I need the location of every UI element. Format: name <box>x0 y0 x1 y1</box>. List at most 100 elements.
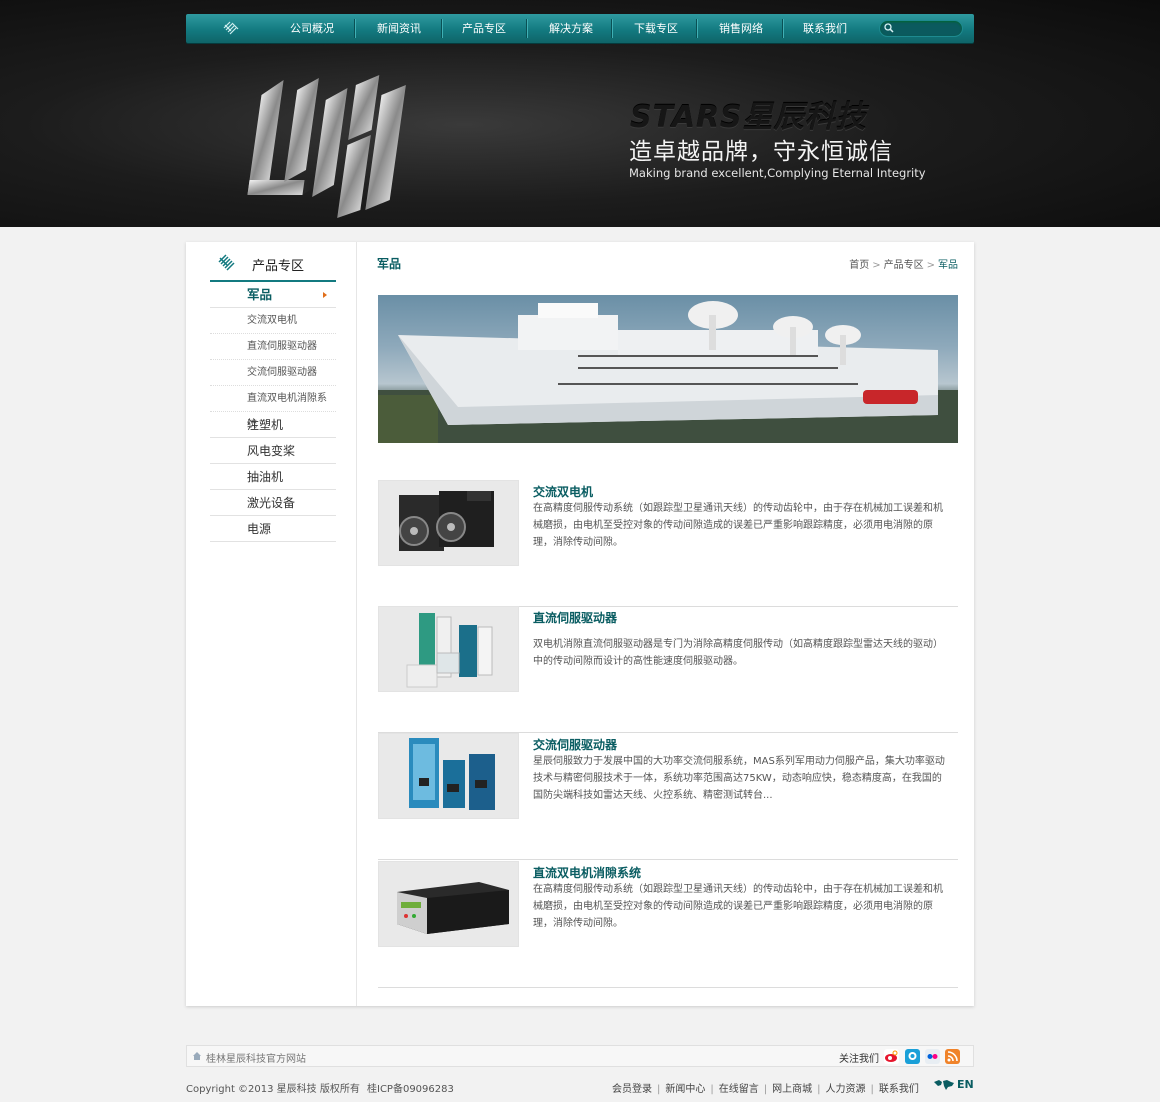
footer-link-message[interactable]: 在线留言 <box>719 1084 759 1095</box>
sidebar-item-label: 注塑机 <box>247 418 284 432</box>
footer-link-online-store[interactable]: 网上商城 <box>772 1084 812 1095</box>
product-item: 交流双电机 在高精度伺服传动系统（如跟踪型卫星通讯天线）的传动齿轮中，由于存在机… <box>378 480 958 607</box>
servo-driver-illustration <box>406 613 493 688</box>
footer-bar: 桂林星辰科技官方网站 关注我们 <box>186 1045 974 1067</box>
sidebar-item-injection-molding[interactable]: 注塑机 <box>210 412 336 438</box>
sidebar-subitem-ac-dual-motor[interactable]: 交流双电机 <box>210 308 336 334</box>
ac-driver-illustration <box>409 738 495 810</box>
breadcrumb-products[interactable]: 产品专区 <box>884 260 924 271</box>
product-item: 直流双电机消隙系统 在高精度伺服传动系统（如跟踪型卫星通讯天线）的传动齿轮中，由… <box>378 861 958 988</box>
breadcrumb-separator-icon: > <box>926 260 935 271</box>
product-description: 在高精度伺服传动系统（如跟踪型卫星通讯天线）的传动齿轮中，由于存在机械加工误差和… <box>533 503 943 548</box>
product-title[interactable]: 交流双电机 <box>533 483 593 500</box>
sidebar-header: 产品专区 <box>210 242 336 282</box>
nav-item-sales-network[interactable]: 销售网络 <box>699 14 783 43</box>
footer-link-member-login[interactable]: 会员登录 <box>612 1084 652 1095</box>
footer-links: 会员登录 | 新闻中心 | 在线留言 | 网上商城 | 人力资源 | 联系我们 <box>612 1080 919 1095</box>
anti-backlash-system-illustration <box>397 882 509 934</box>
sidebar-item-label: 直流伺服驱动器 <box>247 341 317 352</box>
sidebar-item-wind-pitch[interactable]: 风电变桨 <box>210 438 336 464</box>
ship-illustration <box>378 301 958 443</box>
product-image[interactable] <box>378 861 519 947</box>
breadcrumb: 首页 > 产品专区 > 军品 <box>849 256 958 271</box>
product-description: 在高精度伺服传动系统（如跟踪型卫星通讯天线）的传动齿轮中，由于存在机械加工误差和… <box>533 884 943 929</box>
logo-icon <box>218 254 235 271</box>
footer-divider: | <box>710 1084 714 1095</box>
header-banner: 公司概况 新闻资讯 产品专区 解决方案 下载专区 销售网络 联系我们 STARS… <box>0 0 1160 227</box>
product-title[interactable]: 直流伺服驱动器 <box>533 609 617 626</box>
breadcrumb-current: 军品 <box>938 260 958 271</box>
world-map-icon <box>934 1080 954 1090</box>
motor-illustration <box>399 491 494 551</box>
sidebar-item-label: 交流双电机 <box>247 315 297 326</box>
hero-ship-image <box>378 295 958 443</box>
search-icon[interactable] <box>884 23 894 33</box>
product-image[interactable] <box>378 733 519 819</box>
nav-item-products[interactable]: 产品专区 <box>442 14 526 43</box>
logo-icon <box>223 21 239 35</box>
breadcrumb-separator-icon: > <box>872 260 881 271</box>
slogan-chinese: 造卓越品牌，守永恒诚信 <box>629 139 893 165</box>
footer-divider: | <box>817 1084 821 1095</box>
product-image[interactable] <box>378 606 519 692</box>
nav-divider <box>611 19 612 38</box>
search-input[interactable] <box>898 22 958 35</box>
nav-item-downloads[interactable]: 下载专区 <box>614 14 698 43</box>
product-image[interactable] <box>378 480 519 566</box>
language-switch-en[interactable]: EN <box>933 1078 975 1094</box>
arrow-right-icon <box>323 292 327 298</box>
icp-number: 桂ICP备09096283 <box>367 1084 454 1095</box>
flickr-icon[interactable] <box>925 1049 940 1064</box>
language-label: EN <box>957 1078 974 1091</box>
footer-link-contact[interactable]: 联系我们 <box>879 1084 919 1095</box>
footer-link-hr[interactable]: 人力资源 <box>826 1084 866 1095</box>
sidebar-list: 军品 交流双电机 直流伺服驱动器 交流伺服驱动器 直流双电机消隙系统 注塑机 风… <box>210 282 336 542</box>
sidebar-item-military[interactable]: 军品 <box>210 282 336 308</box>
footer-site-name: 桂林星辰科技官方网站 <box>206 1054 306 1065</box>
footer-divider: | <box>870 1084 874 1095</box>
nav-divider <box>526 19 527 38</box>
sidebar-subitem-dc-anti-backlash[interactable]: 直流双电机消隙系统 <box>210 386 336 430</box>
sidebar-item-label: 军品 <box>247 287 273 302</box>
sidebar-item-label: 交流伺服驱动器 <box>247 367 317 378</box>
nav-item-solutions[interactable]: 解决方案 <box>529 14 613 43</box>
metal-bars-graphic <box>247 75 406 218</box>
sidebar-item-label: 电源 <box>247 522 272 536</box>
nav-divider <box>354 19 355 38</box>
sidebar-item-label: 风电变桨 <box>247 444 296 458</box>
main-nav: 公司概况 新闻资讯 产品专区 解决方案 下载专区 销售网络 联系我们 <box>186 14 974 43</box>
sidebar-item-power[interactable]: 电源 <box>210 516 336 542</box>
product-description: 双电机消隙直流伺服驱动器是专门为消除高精度伺服传动（如高精度跟踪型雷达天线的驱动… <box>533 639 943 667</box>
footer-link-news-center[interactable]: 新闻中心 <box>665 1084 705 1095</box>
product-title[interactable]: 交流伺服驱动器 <box>533 736 617 753</box>
brand-wordmark: STARS星辰科技 <box>630 100 867 135</box>
follow-us-label: 关注我们 <box>839 1054 879 1065</box>
product-item: 交流伺服驱动器 星辰伺服致力于发展中国的大功率交流伺服系统，MAS系列军用动力伺… <box>378 733 958 860</box>
sidebar-item-label: 激光设备 <box>247 496 296 510</box>
sidebar-item-label: 抽油机 <box>247 470 284 484</box>
nav-item-contact[interactable]: 联系我们 <box>783 14 867 43</box>
product-title[interactable]: 直流双电机消隙系统 <box>533 864 641 881</box>
home-icon <box>193 1052 201 1060</box>
content-card: 产品专区 军品 交流双电机 直流伺服驱动器 交流伺服驱动器 直流双电机消隙系统 … <box>186 242 974 1006</box>
sidebar: 产品专区 军品 交流双电机 直流伺服驱动器 交流伺服驱动器 直流双电机消隙系统 … <box>186 242 357 1006</box>
product-item: 直流伺服驱动器 双电机消隙直流伺服驱动器是专门为消除高精度伺服传动（如高精度跟踪… <box>378 606 958 733</box>
search-box <box>879 20 963 37</box>
sidebar-subitem-dc-servo-driver[interactable]: 直流伺服驱动器 <box>210 334 336 360</box>
footer-divider: | <box>763 1084 768 1095</box>
footer-divider: | <box>657 1084 661 1095</box>
qq-icon[interactable] <box>905 1049 920 1064</box>
nav-item-news[interactable]: 新闻资讯 <box>357 14 441 43</box>
nav-divider <box>696 19 697 38</box>
weibo-icon[interactable] <box>884 1049 899 1064</box>
sidebar-item-laser[interactable]: 激光设备 <box>210 490 336 516</box>
sidebar-subitem-ac-servo-driver[interactable]: 交流伺服驱动器 <box>210 360 336 386</box>
copyright: Copyright ©2013 星辰科技 版权所有 <box>186 1084 360 1095</box>
rss-icon[interactable] <box>945 1049 960 1064</box>
breadcrumb-home[interactable]: 首页 <box>849 260 869 271</box>
page-title: 军品 <box>377 257 402 271</box>
product-description: 星辰伺服致力于发展中国的大功率交流伺服系统，MAS系列军用动力伺服产品，集大功率… <box>533 756 945 801</box>
sidebar-item-pumping-unit[interactable]: 抽油机 <box>210 464 336 490</box>
slogan-english: Making brand excellent,Complying Eternal… <box>629 166 926 180</box>
nav-item-company[interactable]: 公司概况 <box>270 14 354 43</box>
